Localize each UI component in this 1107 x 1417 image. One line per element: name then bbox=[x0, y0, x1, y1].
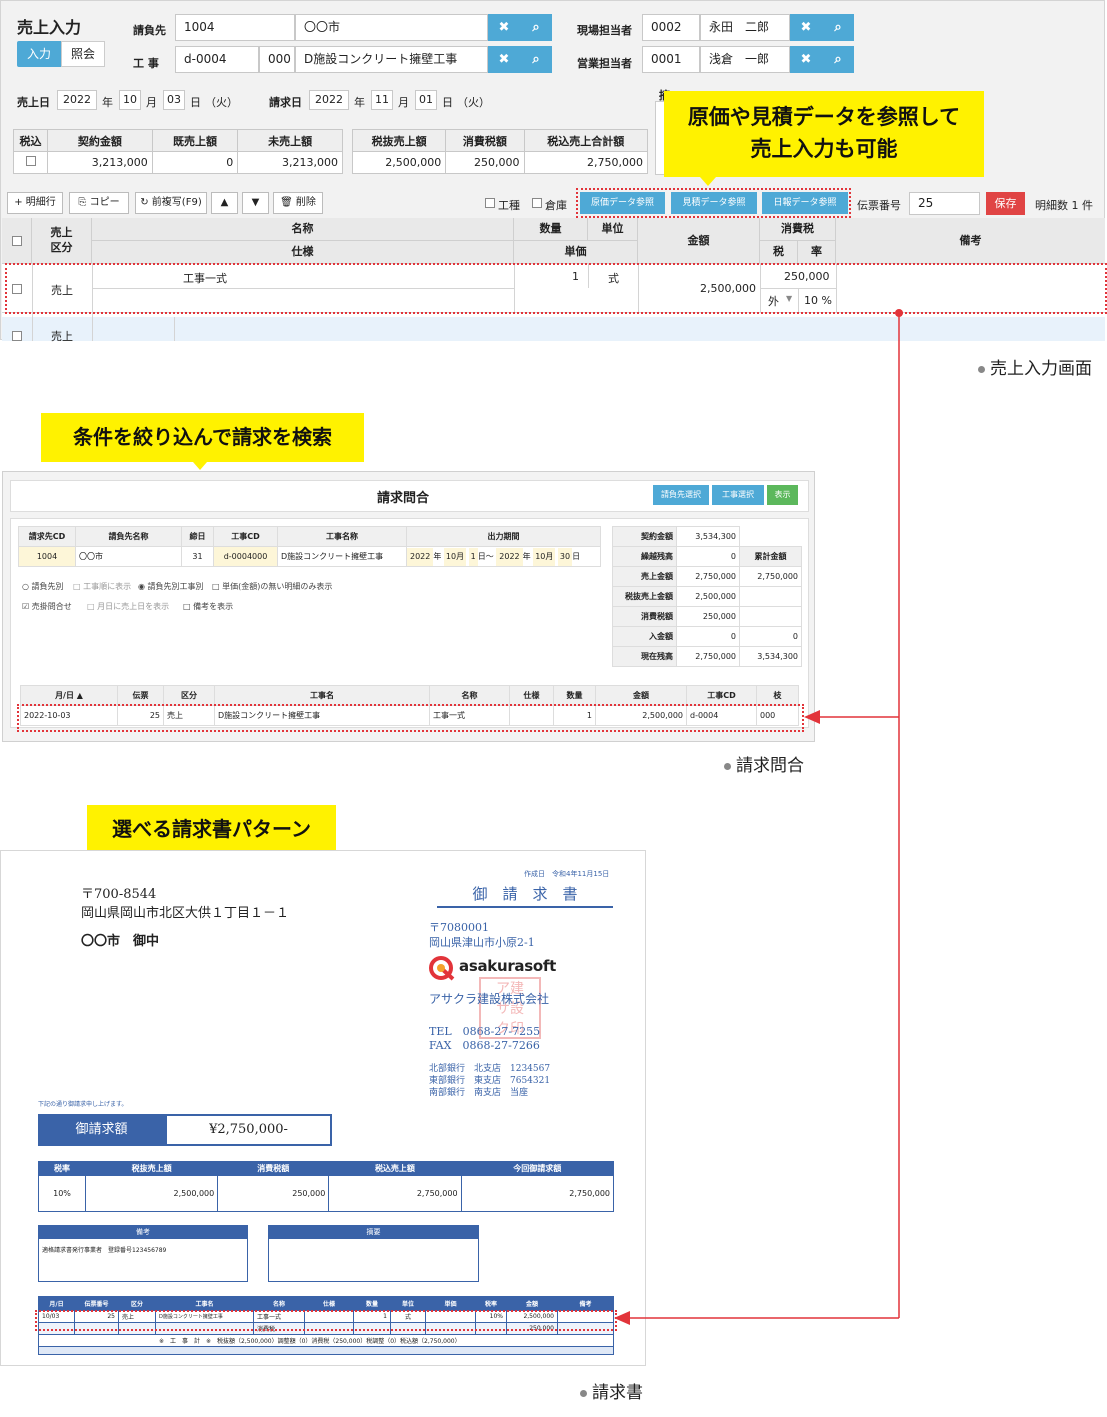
connector-arrows bbox=[614, 309, 903, 1325]
